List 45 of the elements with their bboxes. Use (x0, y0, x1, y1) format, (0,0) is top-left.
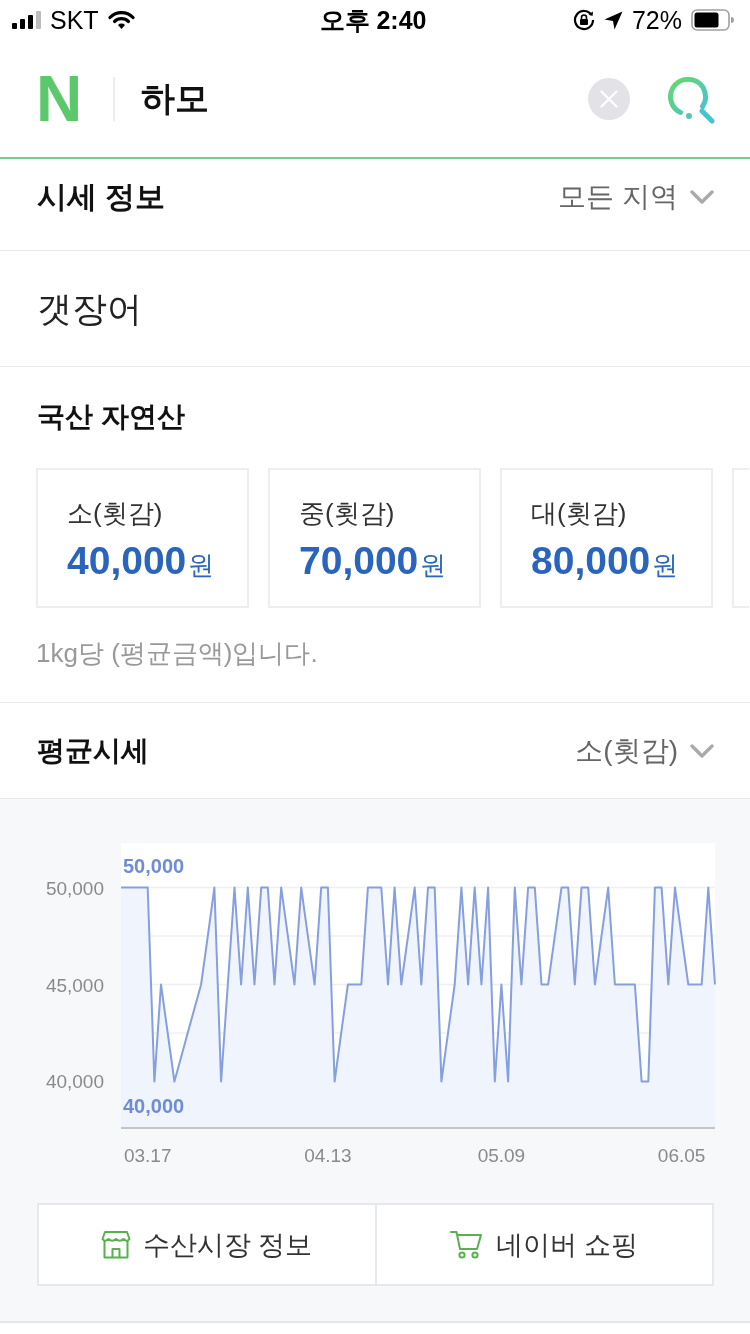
cart-icon (450, 1230, 484, 1259)
price-card[interactable]: 소(횟감) 40,000원 (36, 468, 249, 608)
section-title: 평균시세 (37, 733, 149, 768)
store-icon (101, 1230, 131, 1259)
price-value: 70,000 (299, 538, 419, 584)
wifi-icon (107, 10, 135, 30)
search-field[interactable]: 하모 (141, 73, 572, 124)
location-arrow-icon (603, 10, 623, 30)
size-dropdown[interactable]: 소(횟감) (575, 732, 714, 769)
x-axis-label: 05.09 (477, 1145, 526, 1166)
size-label: 소(횟감) (67, 497, 163, 529)
price-value: 40,000 (67, 538, 187, 584)
x-axis-label: 03.17 (123, 1145, 172, 1166)
x-axis-label: 06.05 (657, 1145, 706, 1166)
y-axis-label: 50,000 (45, 877, 104, 899)
rotation-lock-icon (572, 9, 595, 31)
clock-time: 오후 2:40 (319, 5, 427, 35)
battery-percent: 72% (631, 5, 682, 35)
close-icon (600, 89, 618, 108)
species-name: 갯장어 (37, 287, 142, 330)
x-axis-label: 04.13 (304, 1145, 352, 1166)
price-value: 80,000 (531, 538, 651, 584)
max-value-label: 50,000 (123, 854, 185, 877)
clear-button[interactable] (588, 77, 630, 120)
y-axis-label: 40,000 (45, 1071, 104, 1093)
signal-icon (12, 11, 41, 29)
currency-unit: 원 (420, 549, 447, 581)
carrier-name: SKT (50, 5, 99, 35)
section-title: 시세 정보 (37, 179, 166, 215)
min-value-label: 40,000 (123, 1095, 185, 1118)
battery-icon (691, 9, 734, 31)
shortcut-button[interactable]: 네이버 쇼핑 (374, 1203, 714, 1286)
region-dropdown[interactable]: 모든 지역 (558, 179, 714, 215)
unit-note: 1kg당 (평균금액)입니다. (36, 637, 318, 670)
chevron-down-icon (690, 190, 714, 204)
currency-unit: 원 (652, 549, 679, 581)
chevron-down-icon (690, 743, 714, 758)
price-card[interactable]: 중(횟감) 70,000원 (268, 468, 481, 608)
section-title: 국산 자연산 (37, 400, 185, 434)
size-label: 중(횟감) (299, 497, 395, 529)
size-label: 대(횟감) (531, 497, 627, 529)
price-card[interactable]: 대(횟감) 80,000원 (500, 468, 713, 608)
y-axis-label: 45,000 (45, 974, 104, 996)
shortcut-button[interactable]: 수산시장 정보 (37, 1203, 375, 1286)
currency-unit: 원 (188, 549, 215, 581)
